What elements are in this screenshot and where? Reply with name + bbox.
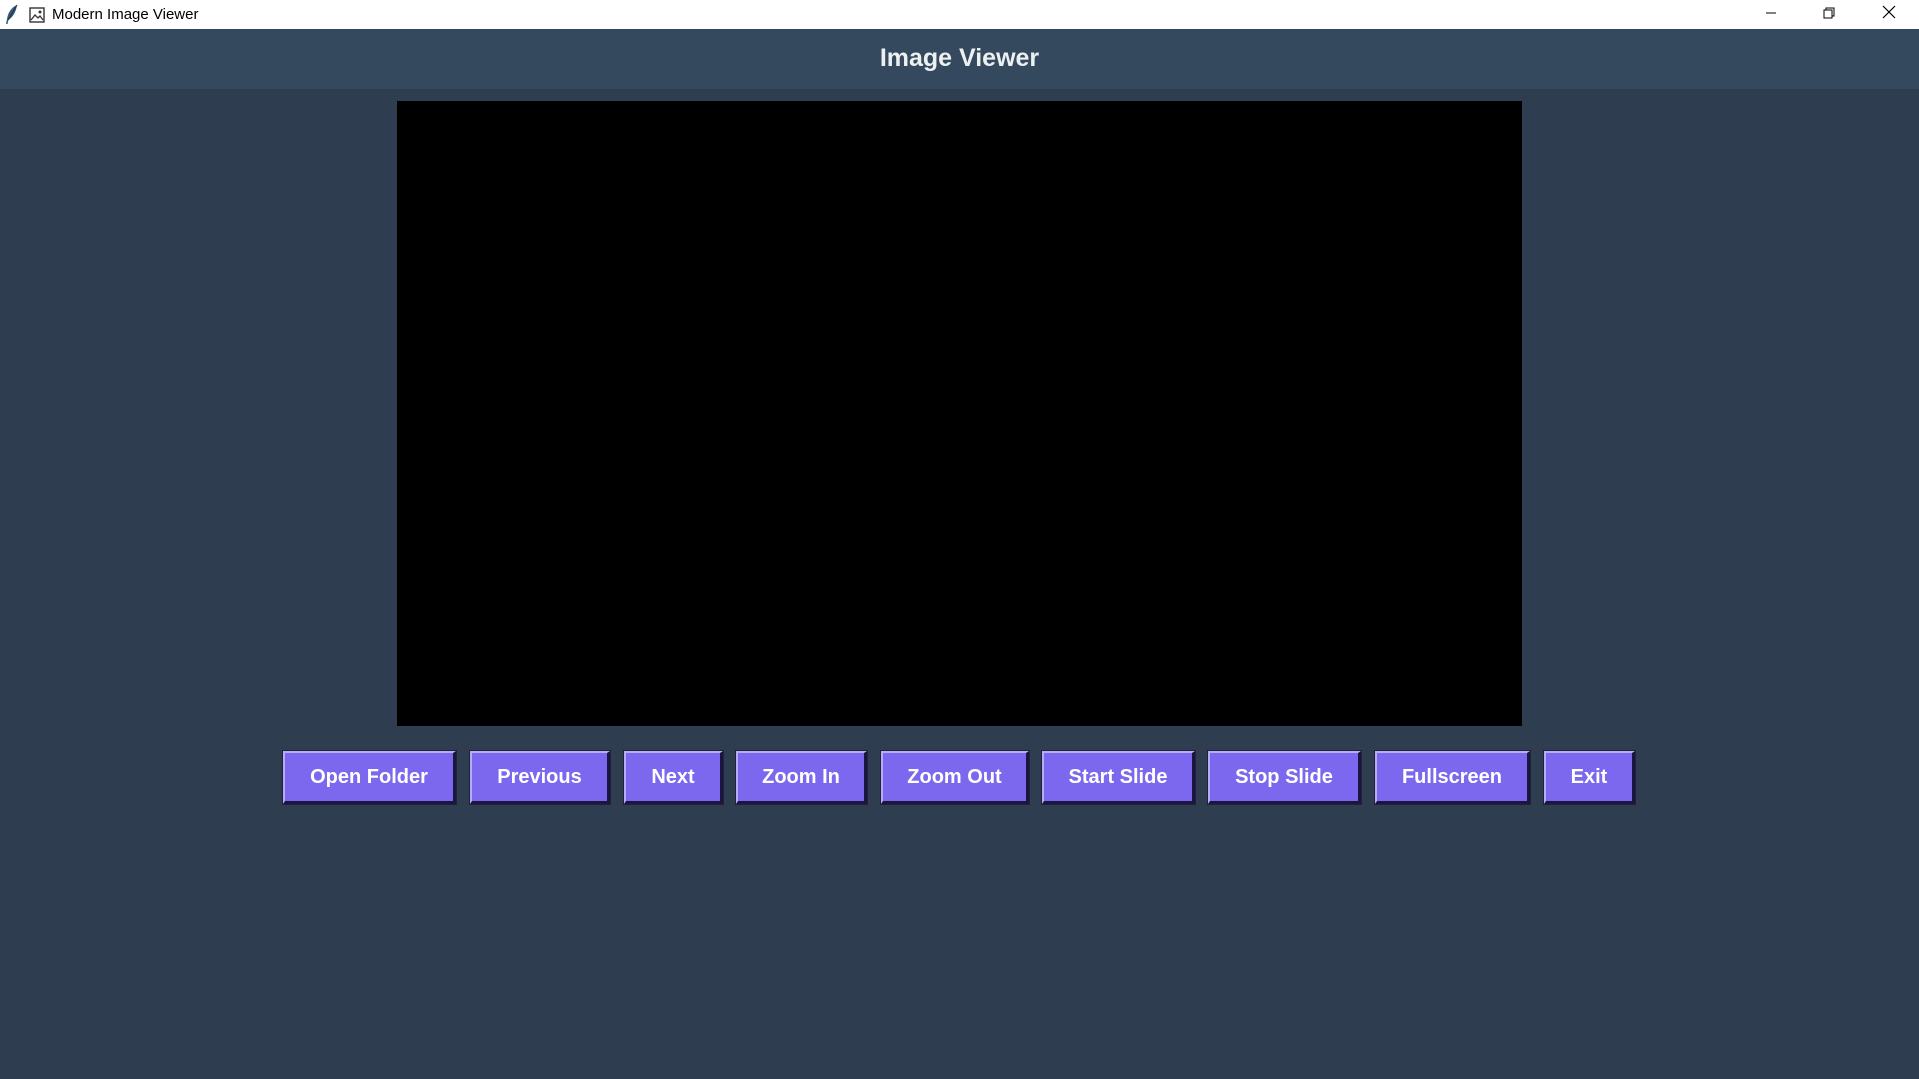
open-folder-button[interactable]: Open Folder <box>282 750 457 805</box>
close-icon <box>1882 5 1896 24</box>
image-canvas[interactable] <box>397 101 1522 726</box>
maximize-button[interactable] <box>1800 0 1858 29</box>
stop-slide-button[interactable]: Stop Slide <box>1207 750 1362 805</box>
tk-feather-icon <box>5 4 19 25</box>
page-title: Image Viewer <box>879 43 1040 72</box>
app-header: Image Viewer <box>0 29 1919 89</box>
zoom-out-button[interactable]: Zoom Out <box>880 750 1030 805</box>
exit-button[interactable]: Exit <box>1543 750 1636 805</box>
start-slide-button[interactable]: Start Slide <box>1041 750 1196 805</box>
title-bar[interactable]: Modern Image Viewer <box>0 0 1919 30</box>
app-window: Modern Image Viewer Image Viewer Open Fo… <box>0 0 1919 1079</box>
close-button[interactable] <box>1858 0 1919 29</box>
maximize-icon <box>1823 6 1835 24</box>
zoom-in-button[interactable]: Zoom In <box>735 750 868 805</box>
previous-button[interactable]: Previous <box>469 750 611 805</box>
fullscreen-button[interactable]: Fullscreen <box>1374 750 1531 805</box>
minimize-icon <box>1765 6 1777 24</box>
image-icon <box>29 7 45 23</box>
minimize-button[interactable] <box>1742 0 1800 29</box>
window-title: Modern Image Viewer <box>52 6 199 23</box>
next-button[interactable]: Next <box>623 750 724 805</box>
